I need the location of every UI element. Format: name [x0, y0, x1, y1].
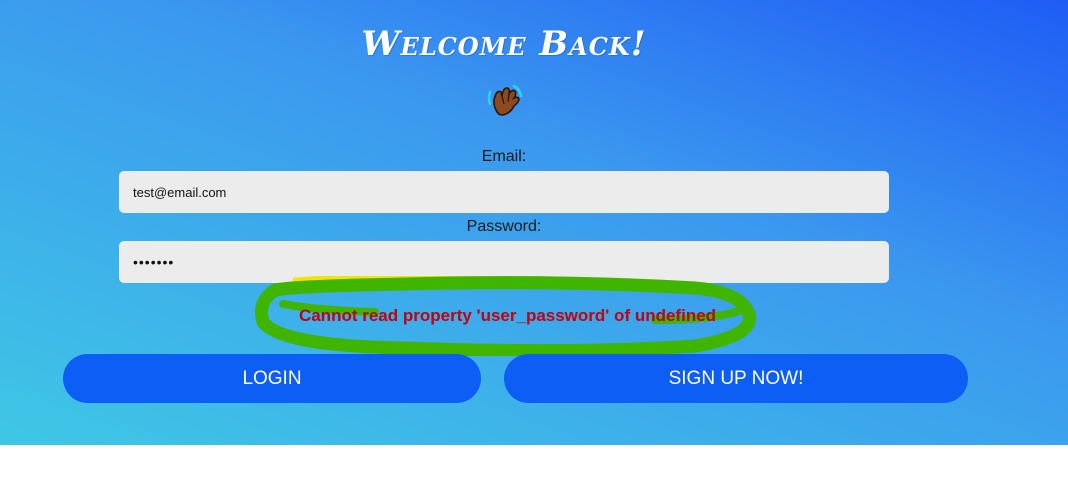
error-message: Cannot read property 'user_password' of … [298, 306, 717, 325]
signup-button[interactable]: SIGN UP NOW! [504, 354, 968, 403]
page-title: Welcome Back! [361, 24, 647, 64]
email-field[interactable] [119, 171, 889, 213]
email-label: Email: [481, 148, 527, 165]
error-annotation: Cannot read property 'user_password' of … [255, 273, 760, 358]
waving-hand-icon [487, 84, 523, 116]
login-panel: Welcome Back! Email: Password: Cannot re… [0, 0, 1068, 445]
login-button[interactable]: LOGIN [63, 354, 481, 403]
password-label: Password: [466, 218, 542, 235]
